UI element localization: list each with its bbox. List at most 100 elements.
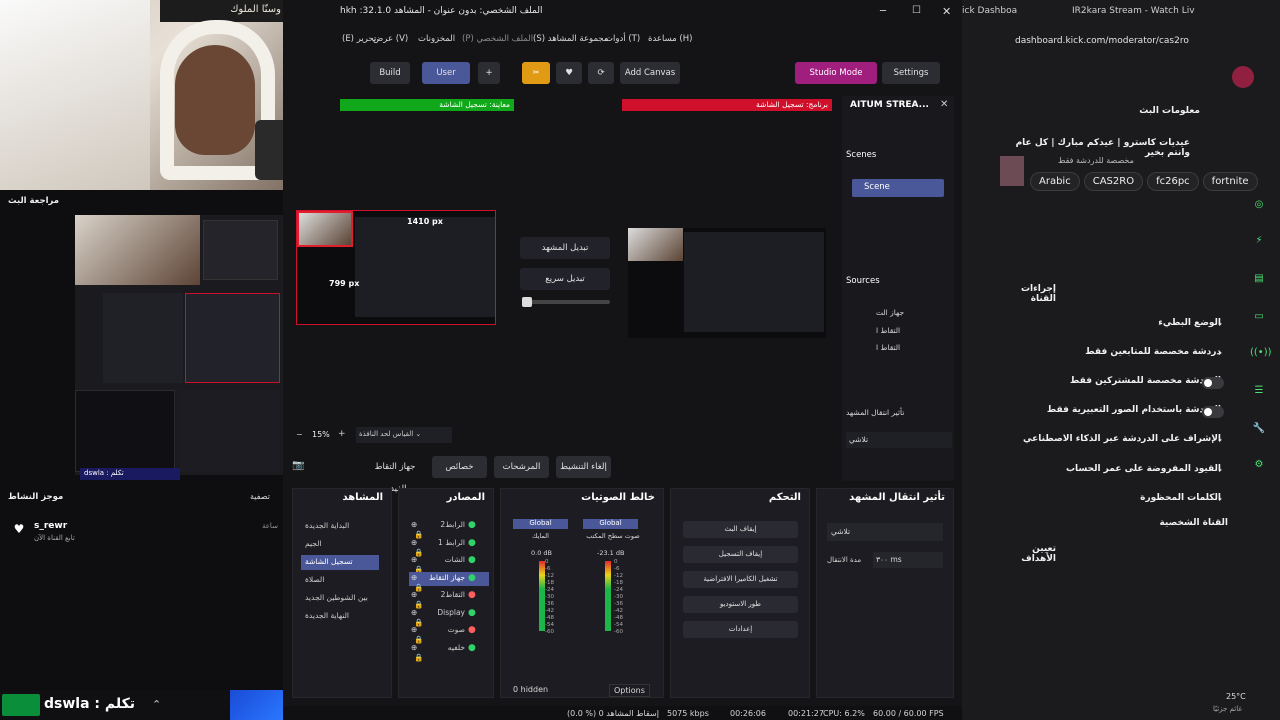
ch2-name[interactable]: صوت سطح المكتب [583, 532, 643, 542]
wrench-icon[interactable]: 🔧 [1250, 420, 1268, 438]
eye-icon[interactable]: ● [468, 573, 476, 583]
chevron-right-icon[interactable]: › [1218, 463, 1222, 476]
eye-icon[interactable]: ● [468, 608, 476, 618]
channel-action-row[interactable]: الإشراف على الدردشة عبر الذكاء الاصطناعي [996, 434, 1221, 456]
side-transition-dropdown[interactable]: تلاشي [846, 432, 952, 448]
hidden-count[interactable]: 0 hidden [513, 685, 548, 694]
menu-help[interactable]: مساعدة (H) [648, 34, 692, 44]
camera-mode-icon[interactable]: ◎ [1250, 196, 1268, 214]
settings-button[interactable]: Settings [882, 62, 940, 84]
menu-docks[interactable]: المخزونات [418, 34, 455, 44]
broadcast-icon[interactable]: ((•)) [1250, 344, 1272, 362]
control-button[interactable]: تشغيل الكاميرا الافتراضية [683, 571, 798, 588]
kick-logo-icon[interactable] [2, 694, 40, 716]
toggle-subscribers[interactable] [1202, 377, 1224, 389]
control-button[interactable]: إعدادات [683, 621, 798, 638]
tag-arabic[interactable]: Arabic [1030, 172, 1080, 191]
chevron-right-icon[interactable]: › [1218, 492, 1222, 505]
studio-mode-button[interactable]: Studio Mode [795, 62, 877, 84]
eye-icon[interactable]: ● [468, 625, 476, 635]
channel-action-row[interactable]: الوضع البطيء [996, 318, 1221, 340]
heart-button-icon[interactable]: ♥ [556, 62, 582, 84]
source-list-item[interactable]: ⊕ الشات ●🔒 [409, 554, 489, 574]
source-list-item[interactable]: ⊕ صوت ●🔒 [409, 624, 489, 644]
source-list-item[interactable]: ⊕ خلفيه ● 🔒 [409, 642, 489, 662]
scene-list-item[interactable]: الجيم [301, 537, 379, 552]
channel-action-row[interactable]: الدردشة مخصصة للمشتركين فقط [996, 376, 1221, 398]
duration-input[interactable]: ٣٠٠ ms [873, 552, 943, 568]
transition-dropdown[interactable]: تلاشي [827, 523, 943, 541]
maximize-button[interactable]: ☐ [912, 5, 921, 16]
scene-list-item[interactable]: تسجيل الشاشة [301, 555, 379, 570]
preview-canvas[interactable]: 1410 px 799 px [296, 210, 496, 325]
add-canvas-button[interactable]: Add Canvas [620, 62, 680, 84]
layout-icon[interactable]: ☰ [1250, 382, 1268, 400]
targets-row[interactable]: تعيين الأهداف [996, 544, 1056, 566]
options-button[interactable]: Options [609, 684, 650, 697]
url-bar[interactable]: dashboard.kick.com/moderator/cas2ro [1015, 36, 1189, 46]
minimize-button[interactable]: ─ [880, 6, 886, 17]
channel-action-row[interactable]: الكلمات المحظورة [996, 493, 1221, 515]
activity-filter[interactable]: تصفية [250, 492, 270, 501]
side-source-2[interactable]: التقاط ا [876, 343, 900, 352]
zoom-out-button[interactable]: − [296, 430, 303, 439]
menu-view[interactable]: عرض (V) [373, 34, 408, 44]
quick-transition-button[interactable]: تبديل سريع [520, 268, 610, 290]
source-list-item[interactable]: ⊕ جهاز التقاط ●🔒 [409, 571, 489, 592]
user-tab[interactable]: User [422, 62, 470, 84]
scene-list-item[interactable]: الصلاة [301, 573, 379, 588]
properties-button[interactable]: خصائص [432, 456, 487, 478]
toggle-emotes[interactable] [1202, 406, 1224, 418]
follower-name[interactable]: s_rewr [34, 521, 67, 531]
scale-dropdown[interactable]: القياس لحد النافذة ⌄ [356, 427, 452, 443]
channel-action-row[interactable]: الدردشة باستخدام الصور التعبيرية فقط [996, 405, 1221, 427]
channel-action-row[interactable]: القيود المفروضة على عمر الحساب [996, 464, 1221, 486]
eye-icon[interactable]: ● [468, 643, 476, 653]
scene-list-item[interactable]: النهاية الجديدة [301, 609, 379, 624]
menu-edit[interactable]: (E) تحرير [342, 34, 376, 44]
source-list-item[interactable]: ⊕ Display ●🔒 [409, 607, 489, 627]
zoom-in-button[interactable]: + [338, 429, 346, 439]
control-button[interactable]: طور الاستوديو [683, 596, 798, 613]
add-tab-button[interactable]: + [478, 62, 500, 84]
eye-icon[interactable]: ● [468, 520, 476, 530]
filters-button[interactable]: المرشحات [494, 456, 549, 478]
avatar[interactable] [1232, 66, 1254, 88]
lock-icon[interactable]: 🔒 [414, 653, 423, 662]
close-dock-icon[interactable]: ✕ [940, 99, 948, 110]
scene-list-item[interactable]: البداية الجديدة [301, 519, 379, 534]
side-source-0[interactable]: جهاز الت [876, 308, 904, 317]
chevron-right-icon[interactable]: › [1218, 317, 1222, 330]
refresh-icon[interactable]: ⟳ [588, 62, 614, 84]
source-list-item[interactable]: ⊕ الرابط2 ●🔒 [409, 519, 489, 539]
browser-tab-dashboard[interactable]: ick Dashboa [962, 6, 1017, 22]
lightning-icon[interactable]: ⚡ [1250, 232, 1268, 250]
eye-icon[interactable]: ● [468, 590, 476, 600]
menu-profile[interactable]: (P) الملف الشخصي [462, 34, 533, 44]
ch1-name[interactable]: المايك [513, 532, 568, 542]
file-icon[interactable]: ▤ [1250, 270, 1268, 288]
chevron-right-icon[interactable]: › [1218, 346, 1222, 359]
chevron-right-icon[interactable]: › [1218, 433, 1222, 446]
build-tab[interactable]: Build [370, 62, 410, 84]
tag-fc26pc[interactable]: fc26pc [1147, 172, 1199, 191]
t-bar-slider[interactable] [522, 297, 610, 307]
deactivate-button[interactable]: إلغاء التنشيط [556, 456, 611, 478]
chat-icon[interactable]: ▭ [1250, 308, 1268, 326]
control-button[interactable]: إيقاف البث [683, 521, 798, 538]
tag-fortnite[interactable]: fortnite [1202, 172, 1258, 191]
chevron-up-icon[interactable]: ⌃ [152, 698, 161, 711]
scene-list-item[interactable]: بين الشوطين الجديد [301, 591, 379, 606]
channel-action-row[interactable]: دردشة مخصصة للمتابعين فقط [996, 347, 1221, 369]
tag-cas2ro[interactable]: CAS2RO [1083, 172, 1144, 191]
eye-icon[interactable]: ● [468, 555, 476, 565]
control-button[interactable]: إيقاف التسجيل [683, 546, 798, 563]
source-list-item[interactable]: ⊕ التقاط2 ●🔒 [409, 589, 489, 609]
eye-icon[interactable]: ● [468, 538, 476, 548]
menu-tools[interactable]: أدوات (T) [605, 34, 640, 44]
menu-scene-collection[interactable]: (S) مجموعة المشاهد [533, 34, 608, 44]
gear-icon[interactable]: ⚙ [1250, 456, 1268, 474]
channel-link-row[interactable]: القناة الشخصية [1100, 518, 1228, 540]
close-window-button[interactable]: ✕ [942, 5, 951, 18]
cut-transition-button[interactable]: تبديل المشهد [520, 237, 610, 259]
